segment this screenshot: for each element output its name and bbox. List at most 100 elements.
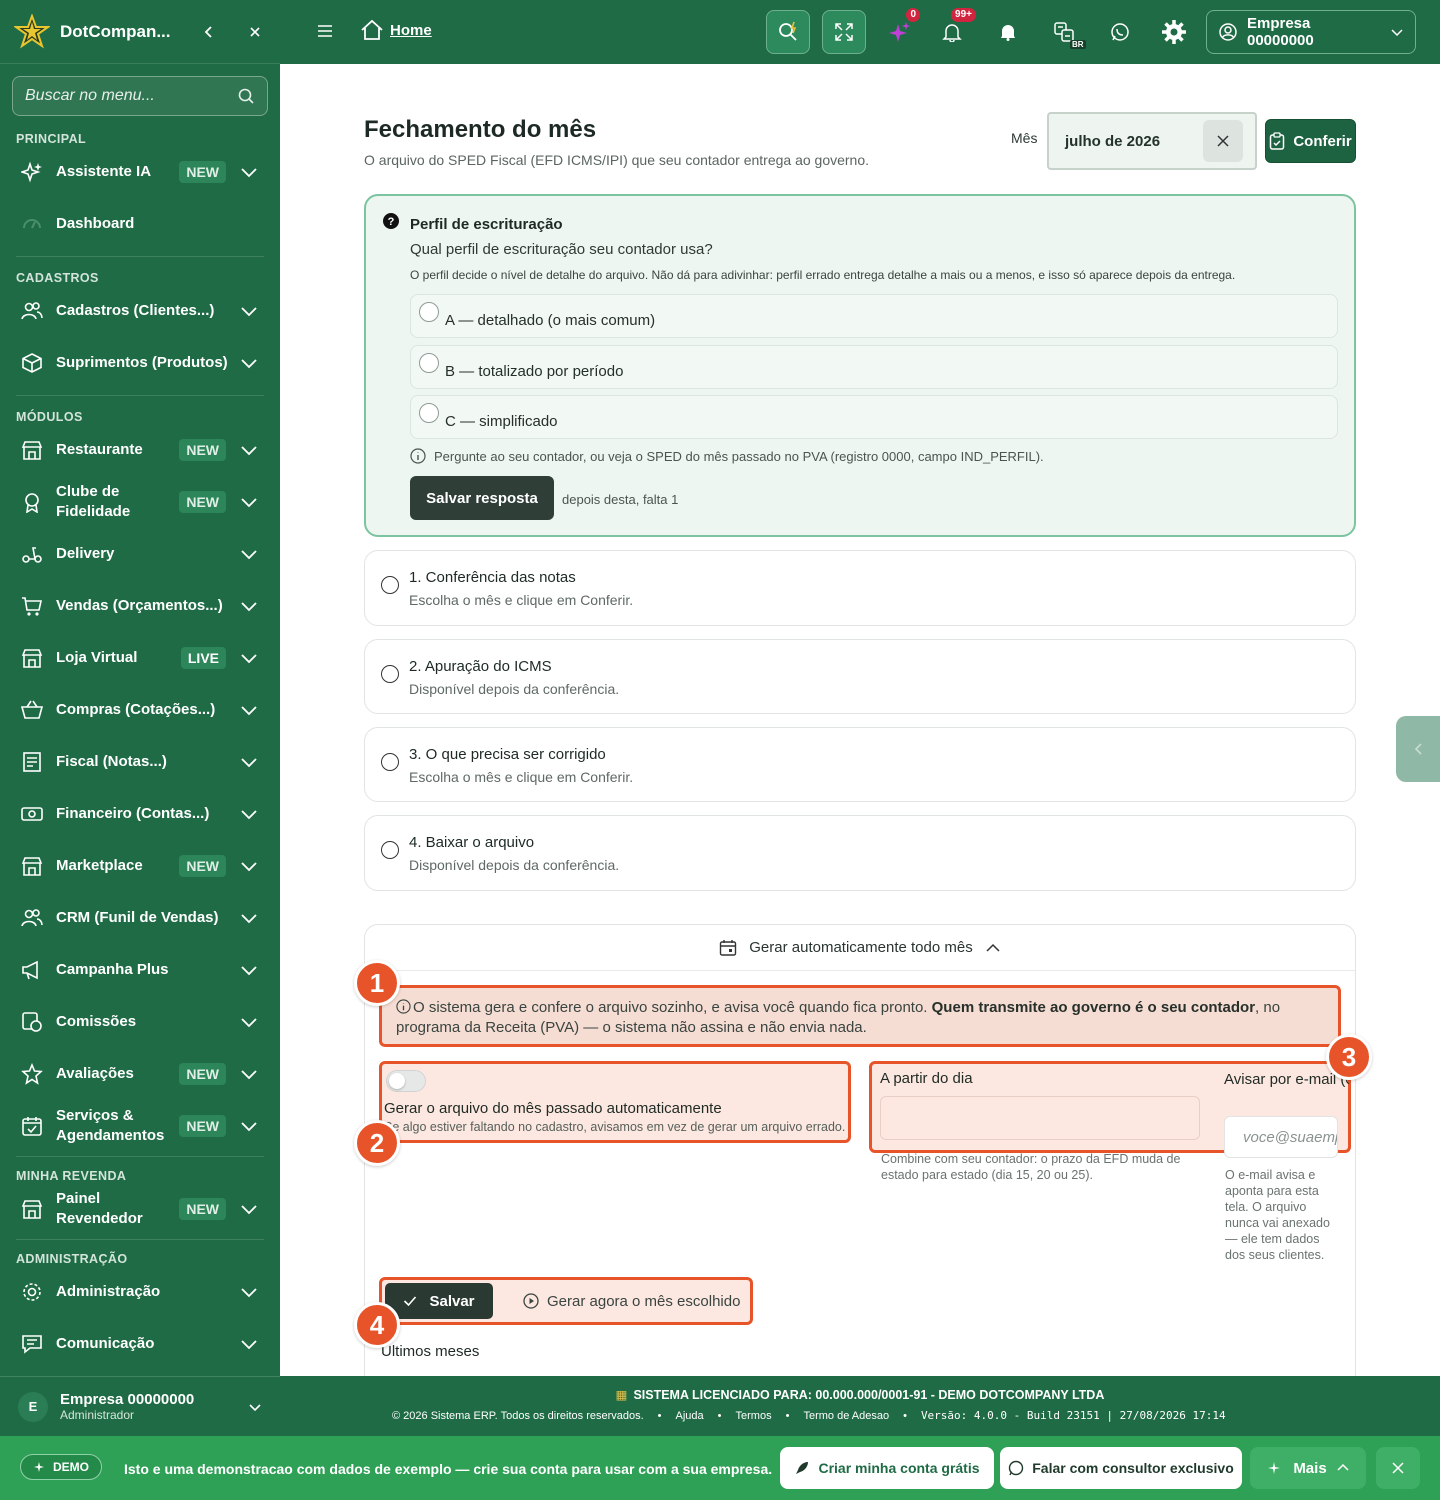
sidebar-item-avaliacoes[interactable]: Avaliações NEW	[0, 1048, 280, 1100]
settings-button[interactable]	[1152, 10, 1196, 54]
company-selector[interactable]: Empresa 00000000	[1206, 10, 1416, 54]
gauge-icon	[20, 212, 44, 236]
ai-search-button[interactable]	[766, 10, 810, 54]
sidebar-item-crm[interactable]: CRM (Funil de Vendas)	[0, 892, 280, 944]
sidebar-item-dashboard[interactable]: Dashboard	[0, 198, 280, 250]
close-icon	[1392, 1462, 1404, 1474]
sidebar-item-campanha[interactable]: Campanha Plus	[0, 944, 280, 996]
perfil-option-c[interactable]: C — simplificado	[410, 395, 1338, 439]
sidebar-item-restaurante[interactable]: Restaurante NEW	[0, 424, 280, 476]
sidebar-search[interactable]	[12, 76, 268, 116]
info-icon	[410, 448, 426, 464]
chevron-down-icon	[241, 602, 257, 612]
sidebar-item-label: Marketplace	[56, 857, 143, 874]
new-badge: NEW	[179, 1063, 226, 1085]
sidebar-search-input[interactable]	[25, 87, 237, 105]
chevron-down-icon	[241, 1205, 257, 1215]
rocket-icon	[796, 1462, 809, 1474]
perfil-option-b[interactable]: B — totalizado por período	[410, 345, 1338, 389]
email-help: O e-mail avisa e aponta para esta tela. …	[1225, 1168, 1330, 1262]
sidebar-item-administracao[interactable]: Administração	[0, 1266, 280, 1318]
gear-icon	[1162, 20, 1186, 44]
chevron-down-icon	[241, 550, 257, 560]
step-subtitle: Disponível depois da conferência.	[409, 681, 620, 697]
footer-link-ajuda[interactable]: Ajuda	[676, 1410, 704, 1422]
perfil-option-a[interactable]: A — detalhado (o mais comum)	[410, 294, 1338, 338]
sidebar-item-marketplace[interactable]: Marketplace NEW	[0, 840, 280, 892]
company-name: Empresa 00000000	[1247, 15, 1314, 49]
step-apuracao[interactable]: 2. Apuração do ICMS Disponível depois da…	[364, 639, 1356, 714]
whatsapp-button[interactable]	[1098, 10, 1142, 54]
create-account-button[interactable]: Criar minha conta grátis	[780, 1447, 994, 1489]
collapse-sidebar-icon[interactable]	[198, 21, 220, 43]
footer-link-termo-adesao[interactable]: Termo de Adesao	[803, 1410, 889, 1422]
sidebar-item-fiscal[interactable]: Fiscal (Notas...)	[0, 736, 280, 788]
conferir-button[interactable]: Conferir	[1265, 119, 1356, 163]
notification-count-badge: 99+	[951, 8, 976, 22]
radio[interactable]	[419, 302, 439, 322]
sidebar-item-label: Loja Virtual	[56, 649, 138, 666]
save-button[interactable]: Salvar	[385, 1283, 493, 1319]
sidebar-item-servicos[interactable]: Serviços & Agendamentos NEW	[0, 1100, 280, 1152]
day-input[interactable]	[880, 1096, 1200, 1140]
sidebar-user[interactable]: E Empresa 00000000 Administrador	[0, 1376, 280, 1436]
chevron-up-icon	[1337, 1463, 1349, 1471]
sidebar-item-delivery[interactable]: Delivery	[0, 528, 280, 580]
footer-link-termos[interactable]: Termos	[736, 1410, 772, 1422]
more-button[interactable]: Mais	[1250, 1447, 1366, 1489]
email-input[interactable]: voce@suaempresa.com	[1224, 1116, 1338, 1158]
whatsapp-icon	[1111, 23, 1129, 41]
sidebar-item-cadastros[interactable]: Cadastros (Clientes...)	[0, 285, 280, 337]
sidebar-item-vendas[interactable]: Vendas (Orçamentos...)	[0, 580, 280, 632]
day-help: Combine com seu contador: o prazo da EFD…	[881, 1152, 1181, 1182]
chevron-down-icon	[241, 706, 257, 716]
notifications-button[interactable]: 99+	[930, 8, 976, 54]
sidebar-item-assistente[interactable]: Assistente IA NEW	[0, 146, 280, 198]
megaphone-icon	[20, 958, 44, 982]
users-icon	[20, 906, 44, 930]
language-button[interactable]: BR	[1042, 10, 1086, 54]
sidebar-item-financeiro[interactable]: Financeiro (Contas...)	[0, 788, 280, 840]
radio[interactable]	[419, 353, 439, 373]
sidebar-item-clube[interactable]: Clube de Fidelidade NEW	[0, 476, 280, 528]
divider	[16, 256, 264, 257]
sidebar-item-suprimentos[interactable]: Suprimentos (Produtos)	[0, 337, 280, 389]
chevron-down-icon	[241, 168, 257, 178]
step-correcoes[interactable]: 3. O que precisa ser corrigido Escolha o…	[364, 727, 1356, 802]
fullscreen-button[interactable]	[822, 10, 866, 54]
chevron-down-icon	[241, 1070, 257, 1080]
step-conferencia[interactable]: 1. Conferência das notas Escolha o mês e…	[364, 550, 1356, 626]
chevron-left-icon	[1414, 743, 1422, 755]
side-panel-tab[interactable]	[1396, 716, 1440, 782]
sidebar-item-loja-virtual[interactable]: Loja Virtual LIVE	[0, 632, 280, 684]
auto-generate-toggle-header[interactable]: Gerar automaticamente todo mês	[365, 925, 1355, 971]
step-baixar[interactable]: 4. Baixar o arquivo Disponível depois da…	[364, 815, 1356, 891]
chevron-down-icon	[241, 914, 257, 924]
auto-generate-switch[interactable]	[386, 1070, 426, 1092]
remaining-text: depois desta, falta 1	[562, 492, 679, 507]
sidebar-item-painel-revendedor[interactable]: Painel Revendedor NEW	[0, 1183, 280, 1235]
month-picker[interactable]: julho de 2026	[1047, 112, 1257, 170]
sidebar-item-comunicacao[interactable]: Comunicação	[0, 1318, 280, 1370]
alerts-button[interactable]	[986, 10, 1030, 54]
sidebar-item-label: Cadastros (Clientes...)	[56, 302, 215, 319]
step-radio	[381, 753, 399, 771]
generate-now-button[interactable]: Gerar agora o mês escolhido	[523, 1283, 740, 1319]
sidebar-item-compras[interactable]: Compras (Cotações...)	[0, 684, 280, 736]
step-subtitle: Escolha o mês e clique em Conferir.	[409, 592, 634, 608]
calendar-icon	[720, 939, 737, 956]
save-answer-button[interactable]: Salvar resposta	[410, 476, 554, 520]
close-icon[interactable]	[244, 21, 266, 43]
history-title: Últimos meses	[381, 1343, 480, 1360]
sidebar-item-label: Comunicação	[56, 1335, 155, 1352]
close-demo-button[interactable]	[1376, 1447, 1420, 1489]
sidebar-item-comissoes[interactable]: Comissões	[0, 996, 280, 1048]
medal-icon	[20, 490, 44, 514]
menu-icon[interactable]	[316, 22, 334, 40]
svg-text:?: ?	[388, 216, 395, 228]
clear-month-button[interactable]	[1203, 120, 1243, 162]
consultant-button[interactable]: Falar com consultor exclusivo	[1000, 1447, 1242, 1489]
ai-sparkle-button[interactable]: 0	[878, 8, 922, 54]
home-link[interactable]: Home	[360, 18, 432, 42]
radio[interactable]	[419, 403, 439, 423]
